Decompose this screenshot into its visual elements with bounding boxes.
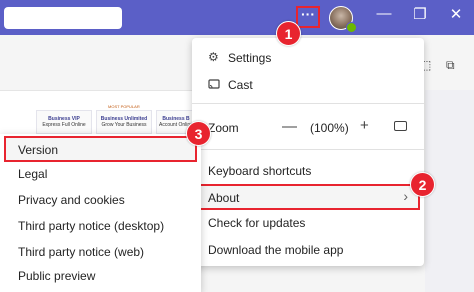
chevron-right-icon: › (403, 188, 408, 204)
most-popular-badge: MOST POPULAR (108, 104, 140, 109)
step-callout-1: 1 (276, 21, 301, 46)
zoom-out-button[interactable]: — (282, 118, 297, 135)
menu-item-about[interactable]: About › (198, 184, 420, 210)
submenu-item-third-party-web[interactable]: Third party notice (web) (18, 245, 144, 259)
more-options-menu: ⚙ Settings Cast Zoom — (100%) + Keyboard… (192, 38, 424, 266)
version-label: Version (18, 143, 59, 157)
step-callout-2: 2 (410, 172, 435, 197)
maximize-button[interactable]: ❐ (410, 5, 430, 23)
title-bar: ··· — ❐ ✕ (0, 0, 474, 35)
toolbar-icon[interactable]: ⧉ (446, 58, 455, 73)
menu-item-keyboard-shortcuts[interactable]: Keyboard shortcuts (208, 164, 311, 178)
plan-tagline: Grow Your Business (101, 122, 147, 128)
menu-item-cast[interactable]: Cast (228, 78, 253, 92)
about-label: About (208, 191, 240, 205)
search-box[interactable] (4, 7, 122, 29)
step-callout-3: 3 (186, 121, 211, 146)
zoom-level: (100%) (310, 121, 349, 135)
minimize-button[interactable]: — (374, 5, 394, 22)
close-button[interactable]: ✕ (446, 5, 466, 23)
zoom-in-button[interactable]: + (360, 117, 369, 134)
submenu-item-privacy[interactable]: Privacy and cookies (18, 193, 125, 207)
submenu-item-third-party-desktop[interactable]: Third party notice (desktop) (18, 219, 164, 233)
more-options-button[interactable]: ··· (296, 6, 320, 28)
about-submenu: Version Legal Privacy and cookies Third … (0, 134, 201, 292)
submenu-item-public-preview[interactable]: Public preview (18, 269, 95, 283)
menu-item-settings[interactable]: Settings (228, 51, 271, 65)
plan-tagline: Express Full Online (42, 122, 86, 128)
zoom-label: Zoom (208, 121, 239, 135)
gear-icon: ⚙ (208, 50, 219, 64)
fit-to-screen-icon[interactable] (394, 121, 407, 131)
submenu-item-version[interactable]: Version (4, 136, 197, 162)
plan-card: Business VIP Express Full Online (36, 110, 92, 134)
menu-divider (192, 149, 424, 150)
presence-status-icon (346, 22, 357, 33)
menu-item-check-for-updates[interactable]: Check for updates (208, 216, 305, 230)
plan-card: Business Unlimited Grow Your Business (96, 110, 152, 134)
menu-item-download-mobile-app[interactable]: Download the mobile app (208, 243, 343, 257)
menu-divider (192, 103, 424, 104)
cast-icon (208, 78, 220, 90)
submenu-item-legal[interactable]: Legal (18, 167, 47, 181)
